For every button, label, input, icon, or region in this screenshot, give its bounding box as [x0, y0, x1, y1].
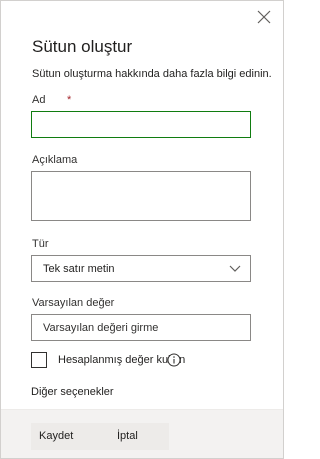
panel-title: Sütun oluştur — [32, 37, 133, 56]
type-dropdown[interactable]: Tek satır metin — [31, 255, 251, 282]
default-value-input[interactable]: Varsayılan değeri girme — [31, 314, 251, 341]
chevron-down-icon — [229, 265, 241, 272]
create-column-panel: Sütun oluştur Sütun oluşturma hakkında d… — [0, 0, 284, 459]
description-textarea[interactable] — [31, 171, 251, 221]
panel-footer: Kaydet İptal — [1, 409, 283, 458]
close-icon — [257, 10, 271, 24]
type-label: Tür — [32, 238, 49, 250]
description-label: Açıklama — [32, 154, 78, 166]
footer-button-bar: Kaydet İptal — [31, 423, 169, 450]
help-link[interactable]: Sütun oluşturma hakkında daha fazla bilg… — [32, 68, 272, 80]
more-options-link[interactable]: Diğer seçenekler — [31, 386, 114, 398]
default-value-placeholder: Varsayılan değeri girme — [43, 322, 159, 334]
default-value-label: Varsayılan değer — [32, 297, 115, 309]
calculated-value-checkbox[interactable] — [31, 352, 47, 368]
info-icon — [167, 353, 181, 367]
type-selected-value: Tek satır metin — [43, 263, 115, 275]
name-label: Ad — [32, 94, 46, 106]
cancel-button[interactable]: İptal — [117, 430, 138, 442]
name-input[interactable] — [31, 111, 251, 138]
info-button[interactable] — [167, 353, 181, 367]
required-asterisk: * — [67, 94, 72, 106]
save-button[interactable]: Kaydet — [39, 430, 73, 442]
close-button[interactable] — [255, 8, 273, 26]
